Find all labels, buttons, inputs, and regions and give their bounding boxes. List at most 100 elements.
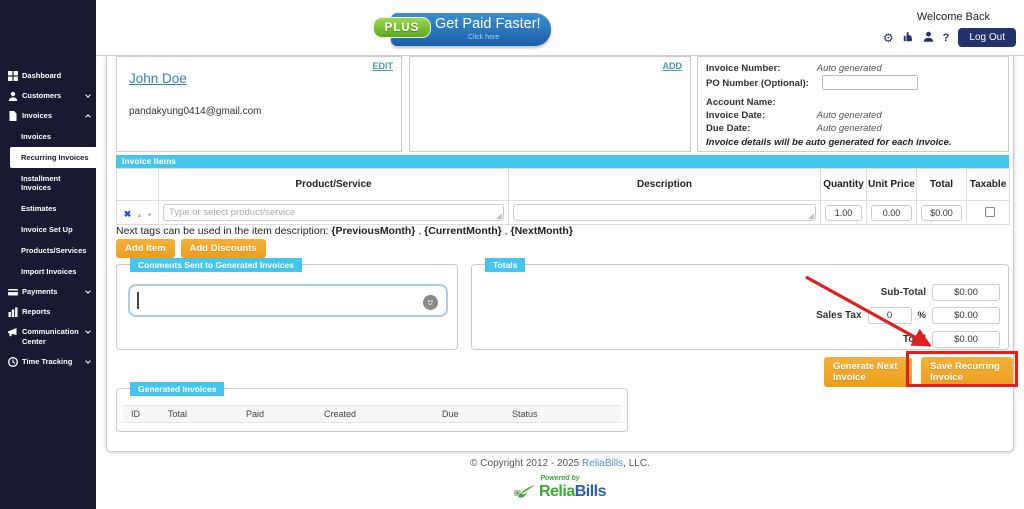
col-created: Created (324, 409, 442, 419)
unit-price-input[interactable]: 0.00 (871, 205, 912, 221)
customer-name-link[interactable]: John Doe (129, 71, 187, 86)
chevron-down-icon (85, 328, 91, 334)
col-id: ID (123, 409, 168, 419)
col-total: Total (917, 169, 967, 201)
sidebar-item-reports[interactable]: Reports (0, 302, 96, 322)
sidebar-item-communication-center[interactable]: Communication Center (0, 322, 96, 352)
sales-tax-rate-input[interactable]: 0 (868, 307, 912, 324)
invoice-details-card: Invoice Number: Auto generated PO Number… (697, 56, 1009, 152)
sidebar-item-invoices[interactable]: Invoices (0, 106, 96, 126)
reports-icon (7, 307, 18, 317)
invoice-number-value: Auto generated (817, 63, 882, 74)
move-up-icon[interactable]: ▴ (138, 212, 142, 219)
totals-section: Totals Sub-Total $0.00 Sales Tax 0 % $0.… (471, 264, 1009, 350)
po-number-input[interactable] (822, 75, 918, 90)
sidebar-subitem-estimates[interactable]: Estimates (0, 198, 96, 219)
reliabills-logo: ReliaBills (96, 483, 1024, 501)
reliabills-logo-swoosh (514, 484, 536, 500)
product-service-input[interactable]: Type or select product/service (163, 204, 504, 221)
footer: © Copyright 2012 - 2025 ReliaBills, LLC.… (96, 458, 1024, 501)
sidebar-item-payments[interactable]: Payments (0, 282, 96, 302)
help-icon[interactable]: ? (943, 32, 950, 44)
dashboard-icon (7, 71, 18, 81)
settings-gear-icon[interactable]: ⚙ (883, 32, 894, 44)
tag-previous-month: {PreviousMonth} (331, 225, 415, 237)
chevron-down-icon (85, 358, 91, 364)
powered-by-text: Powered by (96, 475, 1024, 482)
sidebar-subitem-installment-invoices[interactable]: Installment Invoices (0, 168, 96, 198)
sidebar-subitem-invoices[interactable]: Invoices (0, 126, 96, 147)
emoji-icon[interactable] (423, 295, 438, 310)
subtotal-value: $0.00 (932, 284, 1000, 301)
banner-click-here[interactable]: Click here (468, 34, 499, 41)
profile-icon[interactable] (923, 31, 934, 44)
col-taxable: Taxable (967, 169, 1010, 201)
due-date-value: Auto generated (817, 123, 882, 134)
welcome-back-text: Welcome Back (883, 11, 990, 23)
delete-item-icon[interactable]: ✖ (124, 209, 132, 219)
col-gi-total: Total (168, 409, 246, 419)
sidebar: Dashboard Customers Invoices Invoices Re… (0, 0, 96, 509)
total-value: $0.00 (932, 331, 1000, 348)
tag-current-month: {CurrentMonth} (424, 225, 502, 237)
comments-section: Comments Sent to Generated Invoices (116, 264, 458, 350)
sidebar-subitem-recurring-invoices[interactable]: Recurring Invoices (10, 147, 96, 168)
edit-customer-link[interactable]: EDIT (372, 61, 393, 71)
totals-section-label: Totals (485, 258, 525, 272)
reliabills-link[interactable]: ReliaBills (582, 458, 623, 469)
col-due: Due (442, 409, 512, 419)
col-quantity: Quantity (821, 169, 867, 201)
comments-input[interactable] (128, 284, 448, 317)
quantity-input[interactable]: 1.00 (825, 205, 862, 221)
invoice-date-label: Invoice Date: (706, 110, 814, 121)
attachment-card: ADD (409, 56, 691, 152)
copyright-text: © Copyright 2012 - 2025 ReliaBills, LLC. (96, 458, 1024, 469)
sidebar-subitem-invoice-set-up[interactable]: Invoice Set Up (0, 219, 96, 240)
subtotal-label: Sub-Total (881, 287, 926, 298)
logout-button[interactable]: Log Out (958, 28, 1016, 47)
customers-icon (7, 91, 18, 101)
col-unit-price: Unit Price (867, 169, 917, 201)
main-content: EDIT John Doe pandakyung0414@gmail.com A… (96, 56, 1024, 509)
logo-relia: Relia (539, 483, 575, 500)
recurring-invoice-panel: EDIT John Doe pandakyung0414@gmail.com A… (106, 56, 1014, 452)
generate-next-invoice-button[interactable]: Generate Next Invoice (824, 357, 912, 387)
col-status: Status (512, 409, 602, 419)
sidebar-item-dashboard[interactable]: Dashboard (0, 66, 96, 86)
sidebar-subitem-products-services[interactable]: Products/Services (0, 240, 96, 261)
get-paid-faster-banner[interactable]: Get Paid Faster! Click here PLUS (373, 11, 558, 49)
comments-section-label: Comments Sent to Generated Invoices (130, 258, 302, 272)
add-discounts-button[interactable]: Add Discounts (181, 239, 266, 258)
invoice-items-table: Product/Service Description Quantity Uni… (116, 168, 1010, 225)
sales-tax-label: Sales Tax (816, 310, 861, 321)
tag-next-month: {NextMonth} (511, 225, 573, 237)
total-label: Total (903, 334, 926, 345)
line-total-value: $0.00 (921, 205, 962, 221)
add-link[interactable]: ADD (663, 61, 683, 71)
item-row: ✖ ▴ ▾ Type or select product/service 1.0… (117, 201, 1010, 225)
invoice-number-label: Invoice Number: (706, 63, 814, 74)
col-product-service: Product/Service (159, 169, 509, 201)
sidebar-item-time-tracking[interactable]: Time Tracking (0, 352, 96, 372)
sidebar-item-customers[interactable]: Customers (0, 86, 96, 106)
thumbs-up-icon[interactable] (903, 31, 914, 44)
generated-invoices-header-row: ID Total Paid Created Due Status (123, 405, 621, 423)
time-tracking-icon (7, 357, 18, 367)
save-recurring-invoice-button[interactable]: Save Recurring Invoice (921, 357, 1013, 387)
chevron-up-icon (85, 114, 91, 120)
description-input[interactable] (513, 204, 816, 221)
top-header: Get Paid Faster! Click here PLUS Welcome… (96, 0, 1024, 56)
col-actions (117, 169, 159, 201)
taxable-checkbox[interactable] (985, 207, 995, 217)
sidebar-subitem-import-invoices[interactable]: Import Invoices (0, 261, 96, 282)
plus-badge: PLUS (373, 17, 431, 38)
auto-generated-note: Invoice details will be auto generated f… (706, 137, 952, 148)
recurring-invoice-page: Dashboard Customers Invoices Invoices Re… (0, 0, 1024, 509)
add-item-button[interactable]: Add Item (116, 239, 175, 258)
customer-email: pandakyung0414@gmail.com (129, 106, 261, 117)
col-description: Description (509, 169, 821, 201)
move-down-icon[interactable]: ▾ (148, 212, 152, 219)
account-name-label: Account Name: (706, 97, 814, 108)
tags-note: Next tags can be used in the item descri… (116, 225, 573, 237)
chevron-down-icon (85, 92, 91, 98)
